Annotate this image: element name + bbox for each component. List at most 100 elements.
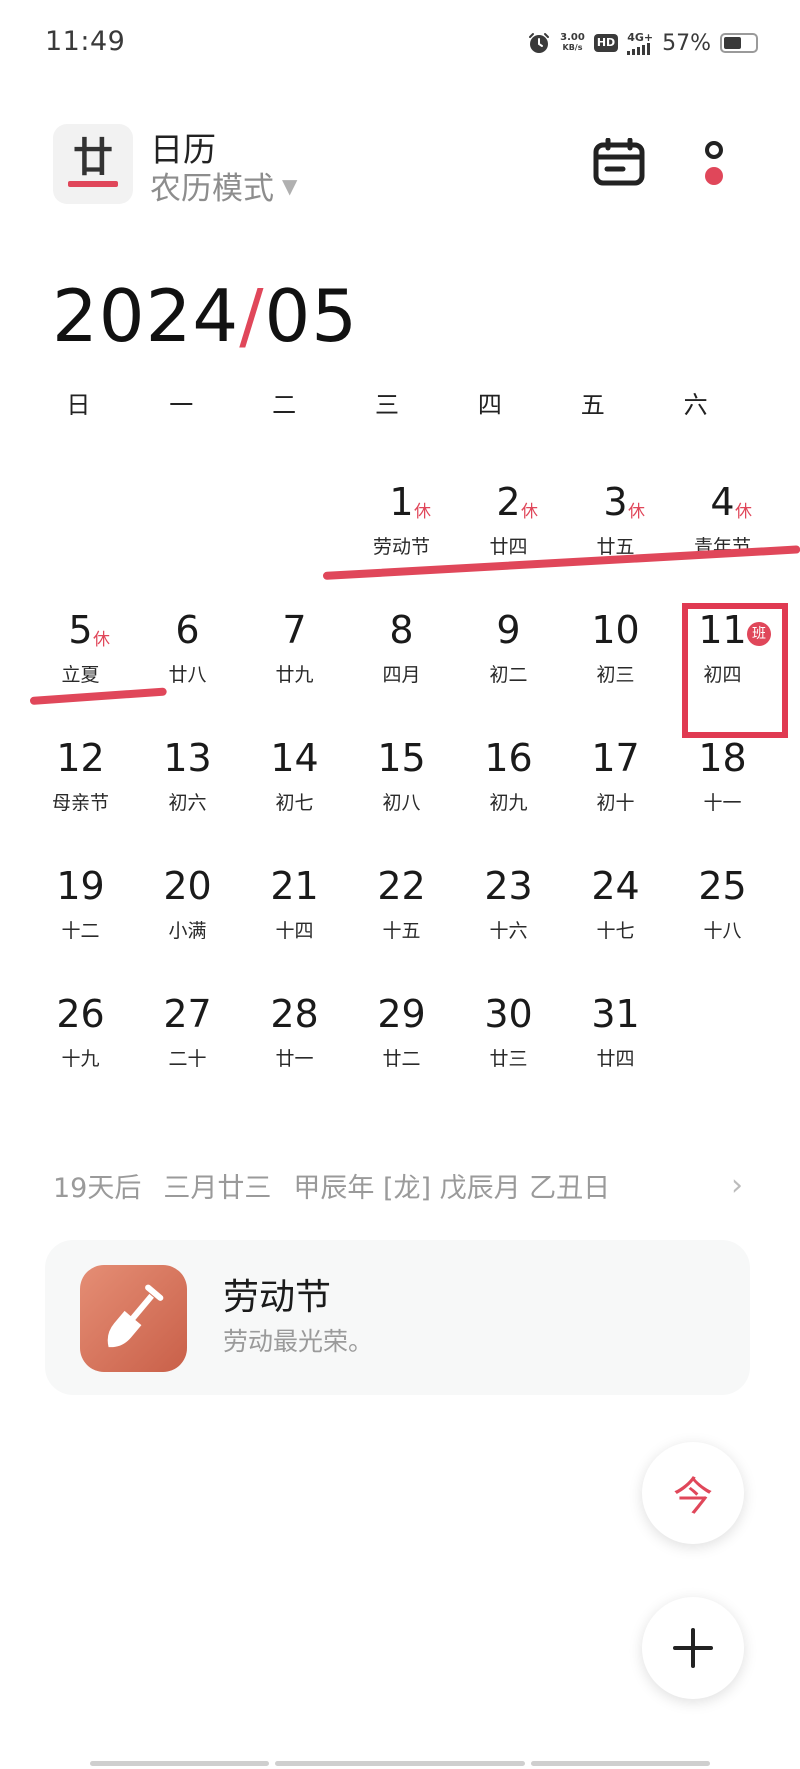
day-number: 9 [496, 608, 521, 652]
day-number: 7 [282, 608, 307, 652]
day-cell[interactable]: 12 母亲节 [27, 726, 134, 836]
day-number: 21 [270, 864, 319, 908]
lunar-day-label: 初九 [489, 792, 528, 814]
lunar-day-label: 十五 [382, 920, 421, 942]
weekday-label: 一 [169, 391, 194, 419]
lunar-day-label: 廿三 [489, 1048, 528, 1070]
chevron-right-icon: › [731, 1168, 743, 1203]
calendar-icon [593, 137, 645, 186]
holiday-badge: 休 [521, 502, 538, 522]
day-cell[interactable]: 27 二十 [134, 982, 241, 1092]
day-cell[interactable]: 26 十九 [27, 982, 134, 1092]
day-cell[interactable]: 9 初二 [455, 598, 562, 708]
day-cell[interactable]: 10 初三 [562, 598, 669, 708]
calendar-mode-dropdown[interactable]: 农历模式 ▼ [150, 163, 297, 208]
day-cell[interactable]: 31 廿四 [562, 982, 669, 1092]
lunar-day-label: 立夏 [61, 664, 100, 686]
lunar-day-label: 廿四 [489, 536, 528, 558]
day-cell[interactable]: 13 初六 [134, 726, 241, 836]
day-number: 8 [389, 608, 414, 652]
weekday-header: 日一二三四五六 [27, 385, 747, 420]
event-icon [80, 1265, 187, 1372]
lunar-day-label: 廿四 [596, 1048, 635, 1070]
day-number: 19 [56, 864, 105, 908]
day-cell[interactable]: 1 劳动节 休 [348, 470, 455, 580]
day-number: 17 [591, 736, 640, 780]
month-title[interactable]: 2024/05 [52, 274, 358, 358]
weekday-label: 六 [683, 391, 708, 419]
lunar-day-label: 劳动节 [372, 536, 430, 558]
calendar-mode-label: 农历模式 [150, 171, 274, 207]
day-cell[interactable]: 25 十八 [669, 854, 776, 964]
day-cell[interactable]: 18 十一 [669, 726, 776, 836]
ganzhi-date: 甲辰年 [龙] 戊辰月 乙丑日 [293, 1173, 611, 1204]
cell-signal-icon: 4G+ [627, 32, 653, 55]
holiday-badge: 休 [93, 630, 110, 650]
day-number: 6 [175, 608, 200, 652]
day-cell[interactable]: 8 四月 [348, 598, 455, 708]
day-cell[interactable]: 15 初八 [348, 726, 455, 836]
lunar-day-label: 初六 [168, 792, 207, 814]
day-number: 20 [163, 864, 212, 908]
day-number: 13 [163, 736, 212, 780]
today-button-label: 今 [673, 1474, 713, 1520]
add-event-button[interactable] [642, 1597, 744, 1699]
status-time: 11:49 [45, 26, 126, 57]
app-logo: 廿 [53, 124, 133, 204]
today-button[interactable]: 今 [642, 1442, 744, 1544]
lunar-day-label: 初十 [596, 792, 635, 814]
day-number: 12 [56, 736, 105, 780]
lunar-day-label: 廿二 [382, 1048, 421, 1070]
holiday-badge: 休 [628, 502, 645, 522]
day-cell[interactable]: 19 十二 [27, 854, 134, 964]
day-cell[interactable]: 22 十五 [348, 854, 455, 964]
more-options-button[interactable] [700, 140, 728, 190]
day-cell[interactable]: 30 廿三 [455, 982, 562, 1092]
day-cell[interactable]: 16 初九 [455, 726, 562, 836]
alarm-clock-icon [527, 31, 551, 55]
day-cell[interactable]: 20 小满 [134, 854, 241, 964]
network-speed-unit: KB/s [562, 43, 583, 52]
lunar-day-label: 十二 [61, 920, 100, 942]
calendar-view-button[interactable] [593, 137, 645, 186]
weekday-label: 二 [272, 391, 297, 419]
lunar-day-label: 小满 [168, 920, 207, 942]
lunar-day-label: 廿一 [275, 1048, 314, 1070]
day-cell[interactable]: 11 初四班 [669, 598, 776, 708]
lunar-date: 三月廿三 [163, 1173, 272, 1204]
day-number: 31 [591, 992, 640, 1036]
network-speed: 3.00 KB/s [560, 33, 585, 53]
day-cell[interactable]: 21 十四 [241, 854, 348, 964]
network-speed-value: 3.00 [560, 32, 585, 43]
day-number: 16 [484, 736, 533, 780]
day-cell[interactable]: 17 初十 [562, 726, 669, 836]
day-cell[interactable]: 4 青年节休 [669, 470, 776, 580]
lunar-day-label: 十一 [703, 792, 742, 814]
day-number: 2 [496, 480, 521, 524]
day-number: 3 [603, 480, 628, 524]
lunar-day-label: 母亲节 [51, 792, 109, 814]
day-number: 10 [591, 608, 640, 652]
lunar-day-label: 廿八 [168, 664, 207, 686]
day-cell[interactable]: 24 十七 [562, 854, 669, 964]
day-cell[interactable]: 28 廿一 [241, 982, 348, 1092]
lunar-info-row[interactable]: 19天后 三月廿三 甲辰年 [龙] 戊辰月 乙丑日 › [53, 1166, 743, 1205]
day-number: 5 [68, 608, 93, 652]
event-card[interactable]: 劳动节 劳动最光荣。 [45, 1240, 750, 1395]
lunar-day-label: 初三 [596, 664, 635, 686]
weekday-label: 日 [66, 391, 91, 419]
day-number: 25 [698, 864, 747, 908]
battery-icon [720, 33, 758, 53]
day-number: 14 [270, 736, 319, 780]
hd-badge: HD [593, 34, 619, 52]
day-number: 24 [591, 864, 640, 908]
day-cell[interactable]: 7 廿九 [241, 598, 348, 708]
day-cell[interactable]: 29 廿二 [348, 982, 455, 1092]
app-logo-glyph: 廿 [73, 135, 113, 181]
day-number: 4 [710, 480, 735, 524]
day-number: 15 [377, 736, 426, 780]
event-description: 劳动最光荣。 [223, 1327, 374, 1356]
shovel-icon [107, 1284, 164, 1348]
day-cell[interactable]: 23 十六 [455, 854, 562, 964]
day-cell[interactable]: 14 初七 [241, 726, 348, 836]
